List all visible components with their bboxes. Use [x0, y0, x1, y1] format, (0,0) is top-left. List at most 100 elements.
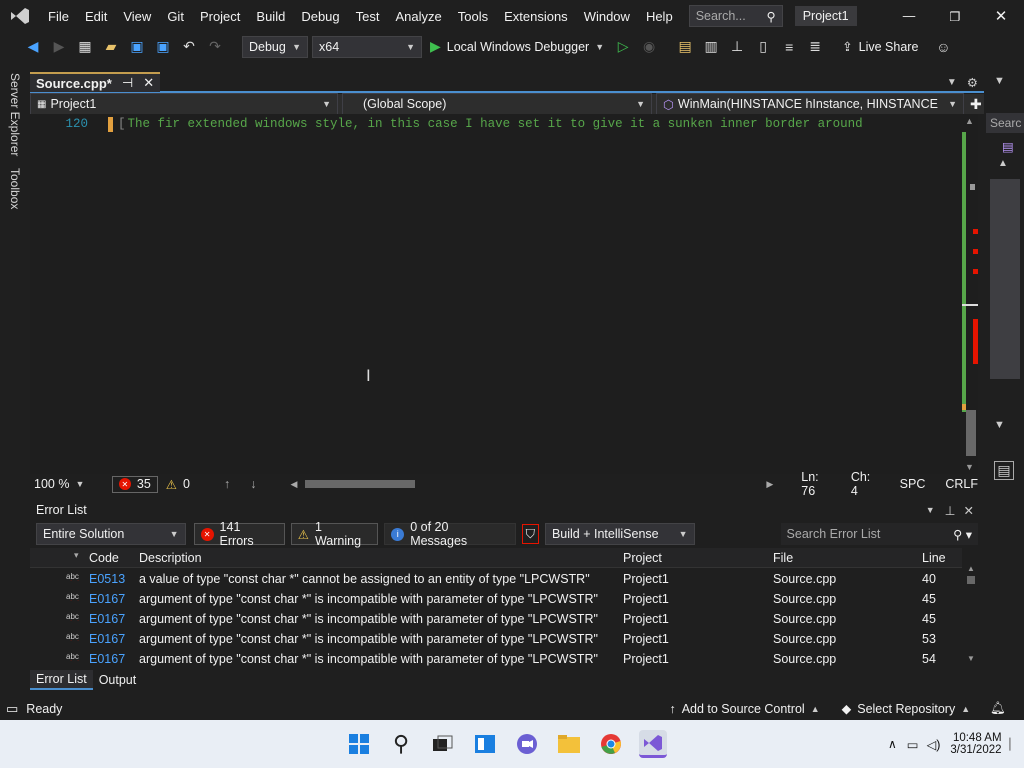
config-dropdown[interactable]: Debug ▼: [242, 35, 308, 58]
bookmark-icon[interactable]: ▯: [754, 38, 772, 56]
table-row[interactable]: abc E0167 argument of type "const char *…: [30, 608, 962, 628]
run-debugger-button[interactable]: ▶ Local Windows Debugger ▼: [430, 38, 604, 55]
new-project-icon[interactable]: ▦: [76, 38, 94, 56]
volume-icon[interactable]: ◁): [927, 737, 941, 752]
redo-icon[interactable]: ↷: [206, 38, 224, 56]
search-icon[interactable]: ⚲: [387, 730, 415, 758]
breakpoint-icon[interactable]: ⊥: [728, 38, 746, 56]
hscroll-right-icon[interactable]: ▶: [766, 479, 773, 490]
table-row[interactable]: abc E0167 argument of type "const char *…: [30, 648, 962, 668]
select-repository-button[interactable]: ◆ Select Repository ▲: [842, 701, 971, 717]
menu-build[interactable]: Build: [248, 9, 293, 24]
panel-close-icon[interactable]: ✕: [964, 503, 974, 518]
notification-center-icon[interactable]: ▏: [1010, 738, 1018, 751]
project-dropdown[interactable]: ▦ Project1 ▼: [30, 93, 338, 115]
line-ending-indicator[interactable]: CRLF: [945, 477, 978, 491]
tab-output[interactable]: Output: [93, 671, 143, 689]
live-share-button[interactable]: ⇪ Live Share: [842, 39, 918, 55]
warning-count-badge[interactable]: ⚠ 0: [166, 477, 190, 492]
whitespace-indicator[interactable]: SPC: [900, 477, 926, 491]
start-without-debug-icon[interactable]: ▷: [614, 38, 632, 56]
scroll-down-icon[interactable]: ▼: [965, 462, 974, 472]
tab-error-list[interactable]: Error List: [30, 670, 93, 690]
scroll-thumb[interactable]: [967, 576, 975, 584]
right-rail-view-icon[interactable]: ▤: [1002, 139, 1024, 154]
attach-icon[interactable]: ◉: [640, 38, 658, 56]
menu-git[interactable]: Git: [159, 9, 192, 24]
right-rail-search[interactable]: Searc: [986, 113, 1024, 133]
line-indicator[interactable]: Ln: 76: [801, 470, 835, 498]
add-to-source-control-button[interactable]: ↑ Add to Source Control ▲: [669, 702, 819, 716]
tab-settings-gear-icon[interactable]: ⚙: [967, 75, 978, 90]
table-row[interactable]: abc E0513 a value of type "const char *"…: [30, 568, 962, 588]
previous-issue-icon[interactable]: ↑: [224, 477, 230, 491]
row-code[interactable]: E0167: [89, 592, 125, 606]
menu-project[interactable]: Project: [192, 9, 248, 24]
error-search-input[interactable]: Search Error List ⚲ ▾: [780, 523, 978, 545]
panel-options-icon[interactable]: ▼: [926, 505, 935, 515]
column-code[interactable]: Code: [89, 551, 119, 565]
menu-test[interactable]: Test: [348, 9, 388, 24]
right-rail-collapse-icon[interactable]: ▼: [994, 419, 1024, 431]
forward-icon[interactable]: ▶: [50, 38, 68, 56]
error-list-scrollbar[interactable]: ▲ ▼: [964, 548, 978, 666]
function-dropdown[interactable]: ⬡ WinMain(HINSTANCE hInstance, HINSTANCE …: [656, 93, 964, 115]
file-explorer-icon[interactable]: [555, 730, 583, 758]
server-explorer-tab[interactable]: Server Explorer: [8, 73, 22, 156]
menu-edit[interactable]: Edit: [77, 9, 115, 24]
right-rail-arrow-icon[interactable]: ▼: [994, 75, 1024, 87]
sort-icon[interactable]: ▾: [74, 550, 79, 561]
row-code[interactable]: E0167: [89, 652, 125, 666]
menu-analyze[interactable]: Analyze: [387, 9, 449, 24]
clock[interactable]: 10:48 AM 3/31/2022: [950, 732, 1001, 756]
menu-debug[interactable]: Debug: [293, 9, 347, 24]
uncomment-icon[interactable]: ≣: [806, 38, 824, 56]
scroll-up-icon[interactable]: ▲: [965, 116, 974, 126]
notifications-bell-icon[interactable]: 🔔︎: [990, 701, 1006, 716]
scroll-thumb-lower[interactable]: [966, 410, 976, 456]
error-count-badge[interactable]: ✕ 35: [111, 475, 158, 493]
start-windows-icon[interactable]: [345, 730, 373, 758]
row-code[interactable]: E0167: [89, 632, 125, 646]
save-all-icon[interactable]: ▣: [154, 38, 172, 56]
table-row[interactable]: abc E0167 argument of type "const char *…: [30, 588, 962, 608]
comment-icon[interactable]: ≡: [780, 38, 798, 56]
solution-explorer-icon[interactable]: ▤: [676, 38, 694, 56]
filter-icon[interactable]: ⛉: [521, 524, 539, 544]
split-icon[interactable]: ✚: [970, 96, 982, 113]
platform-dropdown[interactable]: x64 ▼: [312, 35, 422, 58]
layout-icon[interactable]: ▥: [702, 38, 720, 56]
menu-view[interactable]: View: [115, 9, 159, 24]
code-editor[interactable]: 120 [ The fir extended windows style, in…: [30, 114, 962, 474]
column-project[interactable]: Project: [623, 551, 662, 565]
menu-window[interactable]: Window: [576, 9, 638, 24]
right-rail-up-icon[interactable]: ▲: [998, 158, 1024, 169]
tray-chevron-up-icon[interactable]: ∧: [888, 737, 897, 751]
column-indicator[interactable]: Ch: 4: [851, 470, 880, 498]
panel-pin-icon[interactable]: ⊥: [945, 503, 956, 518]
tab-source-cpp[interactable]: Source.cpp* ⊣ ✕: [30, 72, 161, 92]
close-icon[interactable]: ✕: [978, 7, 1024, 25]
build-filter-dropdown[interactable]: Build + IntelliSense ▼: [544, 523, 695, 545]
row-code[interactable]: E0167: [89, 612, 125, 626]
tab-overflow-icon[interactable]: ▼: [947, 77, 957, 88]
widgets-icon[interactable]: [471, 730, 499, 758]
scope-dropdown[interactable]: (Global Scope) ▼: [342, 93, 652, 115]
back-icon[interactable]: ◀: [24, 38, 42, 56]
table-row[interactable]: abc E0167 argument of type "const char *…: [30, 628, 962, 648]
messages-filter-button[interactable]: i 0 of 20 Messages: [384, 520, 516, 548]
chat-icon[interactable]: [513, 730, 541, 758]
feedback-icon[interactable]: ☺: [934, 38, 952, 56]
hscroll-left-icon[interactable]: ◀: [290, 479, 297, 490]
pin-icon[interactable]: ⊣: [122, 75, 133, 91]
menu-help[interactable]: Help: [638, 9, 681, 24]
task-view-icon[interactable]: [429, 730, 457, 758]
open-folder-icon[interactable]: ▰: [102, 38, 120, 56]
scroll-down-icon[interactable]: ▼: [967, 654, 975, 663]
horizontal-scroll-thumb[interactable]: [305, 480, 416, 488]
errors-filter-button[interactable]: ✕ 141 Errors: [193, 520, 285, 548]
menu-extensions[interactable]: Extensions: [496, 9, 576, 24]
minimize-icon[interactable]: —: [886, 9, 932, 23]
visual-studio-icon[interactable]: [639, 730, 667, 758]
undo-icon[interactable]: ↶: [180, 38, 198, 56]
